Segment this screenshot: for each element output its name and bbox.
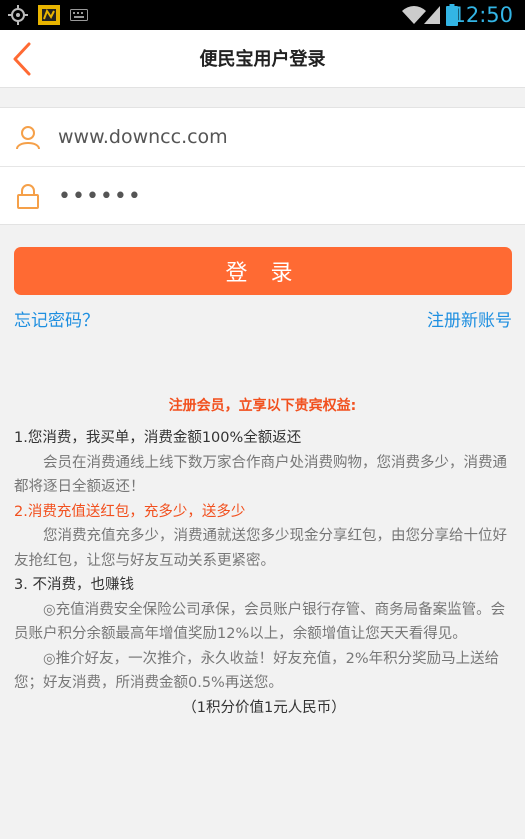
header-bar: 便民宝用户登录 [0,30,525,88]
app-notification-icon [38,5,60,25]
benefits-title: 注册会员，立享以下贵宾权益: [168,398,357,414]
benefit-2-body: 您消费充值充多少，消费通就送您多少现金分享红包，由您分享给十位好友抢红包，让您与… [14,528,507,569]
status-time: 12:50 [452,3,513,27]
username-row [0,108,525,166]
benefit-3-heading: 3. 不消费，也赚钱 [14,577,134,593]
wifi-icon [402,6,426,24]
status-bar: 12:50 [0,0,525,30]
page-title: 便民宝用户登录 [199,49,326,70]
login-button[interactable]: 登 录 [14,247,512,295]
user-icon [16,126,40,150]
benefit-2-number: 2. [14,503,28,520]
password-row [0,166,525,224]
benefit-3-body-a: ◎充值消费安全保险公司承保，会员账户银行存管、商务局备案监管。会员账户积分余额最… [14,601,506,643]
app-screen: 12:50 便民宝用户登录 登 录 忘记密码？ 注册新账号 [0,0,525,839]
benefit-3-body-b: ◎推介好友，一次推介，永久收益！好友充值，2%年积分奖励马上送给您；好友消费，所… [14,650,500,692]
benefit-1-heading: 1.您消费，我买单，消费金额100%全额返还 [14,430,302,446]
login-form [0,107,525,225]
benefit-1-body: 会员在消费通线上线下数万家合作商户处消费购物，您消费多少，消费通都将逐日全额返还… [14,454,507,496]
gps-icon [8,5,28,25]
points-footnote: （1积分价值1元人民币） [182,699,346,716]
benefit-2-heading: 2.消费充值送红包，充多少，送多少 [14,500,514,525]
password-input[interactable] [58,177,498,215]
benefits-list: 1.您消费，我买单，消费金额100%全额返还 会员在消费通线上线下数万家合作商户… [14,426,514,720]
register-link[interactable]: 注册新账号 [427,306,512,331]
keyboard-icon [70,9,88,21]
username-input[interactable] [58,118,498,156]
signal-icon [424,6,440,24]
benefit-2-title: 消费充值送红包，充多少，送多少 [27,503,246,520]
lock-icon [17,184,39,209]
forgot-password-link[interactable]: 忘记密码？ [14,306,99,331]
